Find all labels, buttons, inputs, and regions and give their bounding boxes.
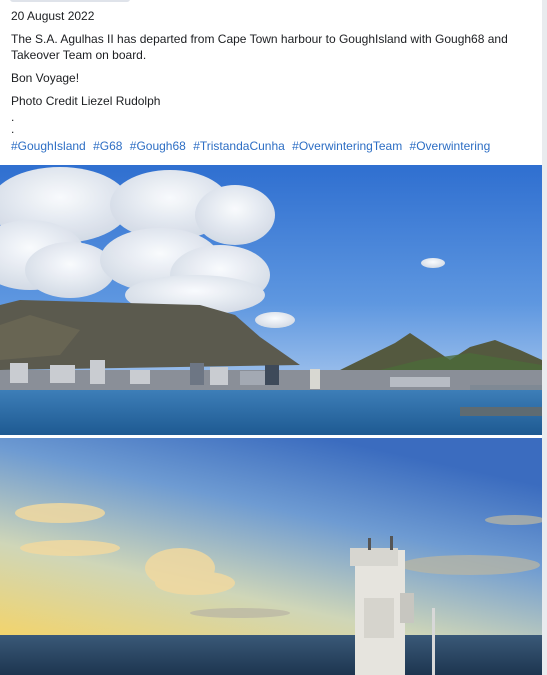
photo-cape-town-harbour[interactable] (0, 165, 542, 435)
hashtag-link[interactable]: #TristandaCunha (193, 139, 285, 153)
hashtag-link[interactable]: #Gough68 (130, 139, 186, 153)
post-header-remnant (10, 0, 130, 2)
post-dots: . . (11, 111, 14, 135)
photo-sunset-at-sea[interactable] (0, 438, 542, 675)
harbour-photo-illustration (0, 165, 542, 435)
dot-line: . (11, 122, 15, 136)
post-paragraph: Bon Voyage! (11, 71, 80, 85)
post-date: 20 August 2022 (11, 9, 95, 23)
sunset-photo-illustration (0, 438, 542, 675)
hashtag-link[interactable]: #GoughIsland (11, 139, 86, 153)
post-paragraph: Photo Credit Liezel Rudolph (11, 94, 161, 108)
hashtag-link[interactable]: #OverwinteringTeam (292, 139, 402, 153)
facebook-post: 20 August 2022 The S.A. Agulhas II has d… (0, 0, 547, 675)
hashtag-list: #GoughIsland #G68 #Gough68 #TristandaCun… (11, 139, 494, 153)
page-edge (542, 0, 547, 675)
hashtag-link[interactable]: #G68 (93, 139, 122, 153)
hashtag-link[interactable]: #Overwintering (410, 139, 491, 153)
post-text: The S.A. Agulhas II has departed from Ca… (11, 31, 536, 116)
post-paragraph: The S.A. Agulhas II has departed from Ca… (11, 32, 508, 62)
